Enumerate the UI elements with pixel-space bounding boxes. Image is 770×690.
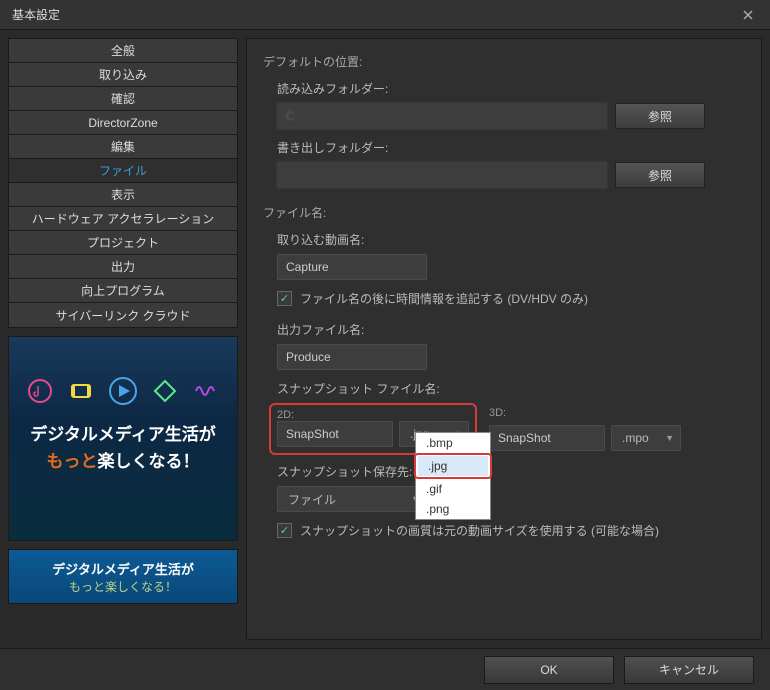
dropdown-option-jpg[interactable]: .jpg bbox=[418, 456, 488, 476]
snapshot-dest-label: スナップショット保存先: bbox=[277, 463, 745, 480]
sidebar-item-confirm[interactable]: 確認 bbox=[9, 87, 237, 111]
sidebar-item-file[interactable]: ファイル bbox=[9, 159, 237, 183]
sidebar-item-improvement[interactable]: 向上プログラム bbox=[9, 279, 237, 303]
promo-text: デジタルメディア生活が もっと楽しくなる！ bbox=[15, 421, 231, 475]
snapshot-dest-select[interactable]: ファイル ▼ bbox=[277, 486, 427, 512]
snapshot-2d-input[interactable] bbox=[277, 421, 393, 447]
browse-import-button[interactable]: 参照 bbox=[615, 103, 705, 129]
snapshot-2d-label: 2D: bbox=[277, 409, 469, 421]
dropdown-option-gif[interactable]: .gif bbox=[416, 479, 490, 499]
browse-export-button[interactable]: 参照 bbox=[615, 162, 705, 188]
play-icon bbox=[107, 375, 139, 407]
default-location-title: デフォルトの位置: bbox=[263, 53, 745, 70]
append-time-label: ファイル名の後に時間情報を追記する (DV/HDV のみ) bbox=[300, 290, 588, 307]
sidebar-item-hw-accel[interactable]: ハードウェア アクセラレーション bbox=[9, 207, 237, 231]
sidebar-item-output[interactable]: 出力 bbox=[9, 255, 237, 279]
dropdown-option-bmp[interactable]: .bmp bbox=[416, 433, 490, 453]
snapshot-3d-input[interactable] bbox=[489, 425, 605, 451]
nav-list: 全般 取り込み 確認 DirectorZone 編集 ファイル 表示 ハードウェ… bbox=[8, 38, 238, 328]
format-dropdown: .bmp .jpg .gif .png bbox=[415, 432, 491, 520]
filename-title: ファイル名: bbox=[263, 204, 745, 221]
output-name-input[interactable] bbox=[277, 344, 427, 370]
main-panel: デフォルトの位置: 読み込みフォルダー: 参照 書き出しフォルダー: 参照 ファ… bbox=[246, 38, 762, 640]
dropdown-option-png[interactable]: .png bbox=[416, 499, 490, 519]
sidebar-item-display[interactable]: 表示 bbox=[9, 183, 237, 207]
window-title: 基本設定 bbox=[12, 6, 60, 23]
sidebar-item-cloud[interactable]: サイバーリンク クラウド bbox=[9, 303, 237, 327]
wave-icon bbox=[190, 375, 222, 407]
snapshot-title: スナップショット ファイル名: bbox=[277, 380, 745, 397]
close-icon bbox=[743, 10, 753, 20]
sidebar: 全般 取り込み 確認 DirectorZone 編集 ファイル 表示 ハードウェ… bbox=[8, 38, 238, 640]
sidebar-item-edit[interactable]: 編集 bbox=[9, 135, 237, 159]
diamond-icon bbox=[149, 375, 181, 407]
snapshot-quality-label: スナップショットの画質は元の動画サイズを使用する (可能な場合) bbox=[300, 522, 659, 539]
sidebar-item-directorzone[interactable]: DirectorZone bbox=[9, 111, 237, 135]
movie-icon bbox=[65, 375, 97, 407]
dialog-footer: OK キャンセル bbox=[0, 648, 770, 690]
import-name-input[interactable] bbox=[277, 254, 427, 280]
titlebar: 基本設定 bbox=[0, 0, 770, 30]
highlight-jpg: .jpg bbox=[414, 453, 492, 479]
cancel-button[interactable]: キャンセル bbox=[624, 656, 754, 684]
import-name-label: 取り込む動画名: bbox=[277, 231, 745, 248]
import-folder-label: 読み込みフォルダー: bbox=[277, 80, 745, 97]
sidebar-item-capture[interactable]: 取り込み bbox=[9, 63, 237, 87]
export-folder-input[interactable] bbox=[277, 162, 607, 188]
close-button[interactable] bbox=[734, 4, 762, 26]
music-icon bbox=[24, 375, 56, 407]
import-folder-input[interactable] bbox=[277, 103, 607, 129]
append-time-checkbox[interactable]: ✓ bbox=[277, 291, 292, 306]
ok-button[interactable]: OK bbox=[484, 656, 614, 684]
promo-icons bbox=[15, 375, 231, 407]
promo-secondary[interactable]: デジタルメディア生活が もっと楽しくなる！ bbox=[8, 549, 238, 604]
output-name-label: 出力ファイル名: bbox=[277, 321, 745, 338]
snapshot-quality-checkbox[interactable]: ✓ bbox=[277, 523, 292, 538]
snapshot-3d-label: 3D: bbox=[489, 403, 681, 419]
export-folder-label: 書き出しフォルダー: bbox=[277, 139, 745, 156]
snapshot-3d-format-select[interactable]: .mpo ▼ bbox=[611, 425, 681, 451]
promo-banner[interactable]: デジタルメディア生活が もっと楽しくなる！ bbox=[8, 336, 238, 541]
chevron-down-icon: ▼ bbox=[665, 433, 674, 443]
sidebar-item-project[interactable]: プロジェクト bbox=[9, 231, 237, 255]
sidebar-item-general[interactable]: 全般 bbox=[9, 39, 237, 63]
